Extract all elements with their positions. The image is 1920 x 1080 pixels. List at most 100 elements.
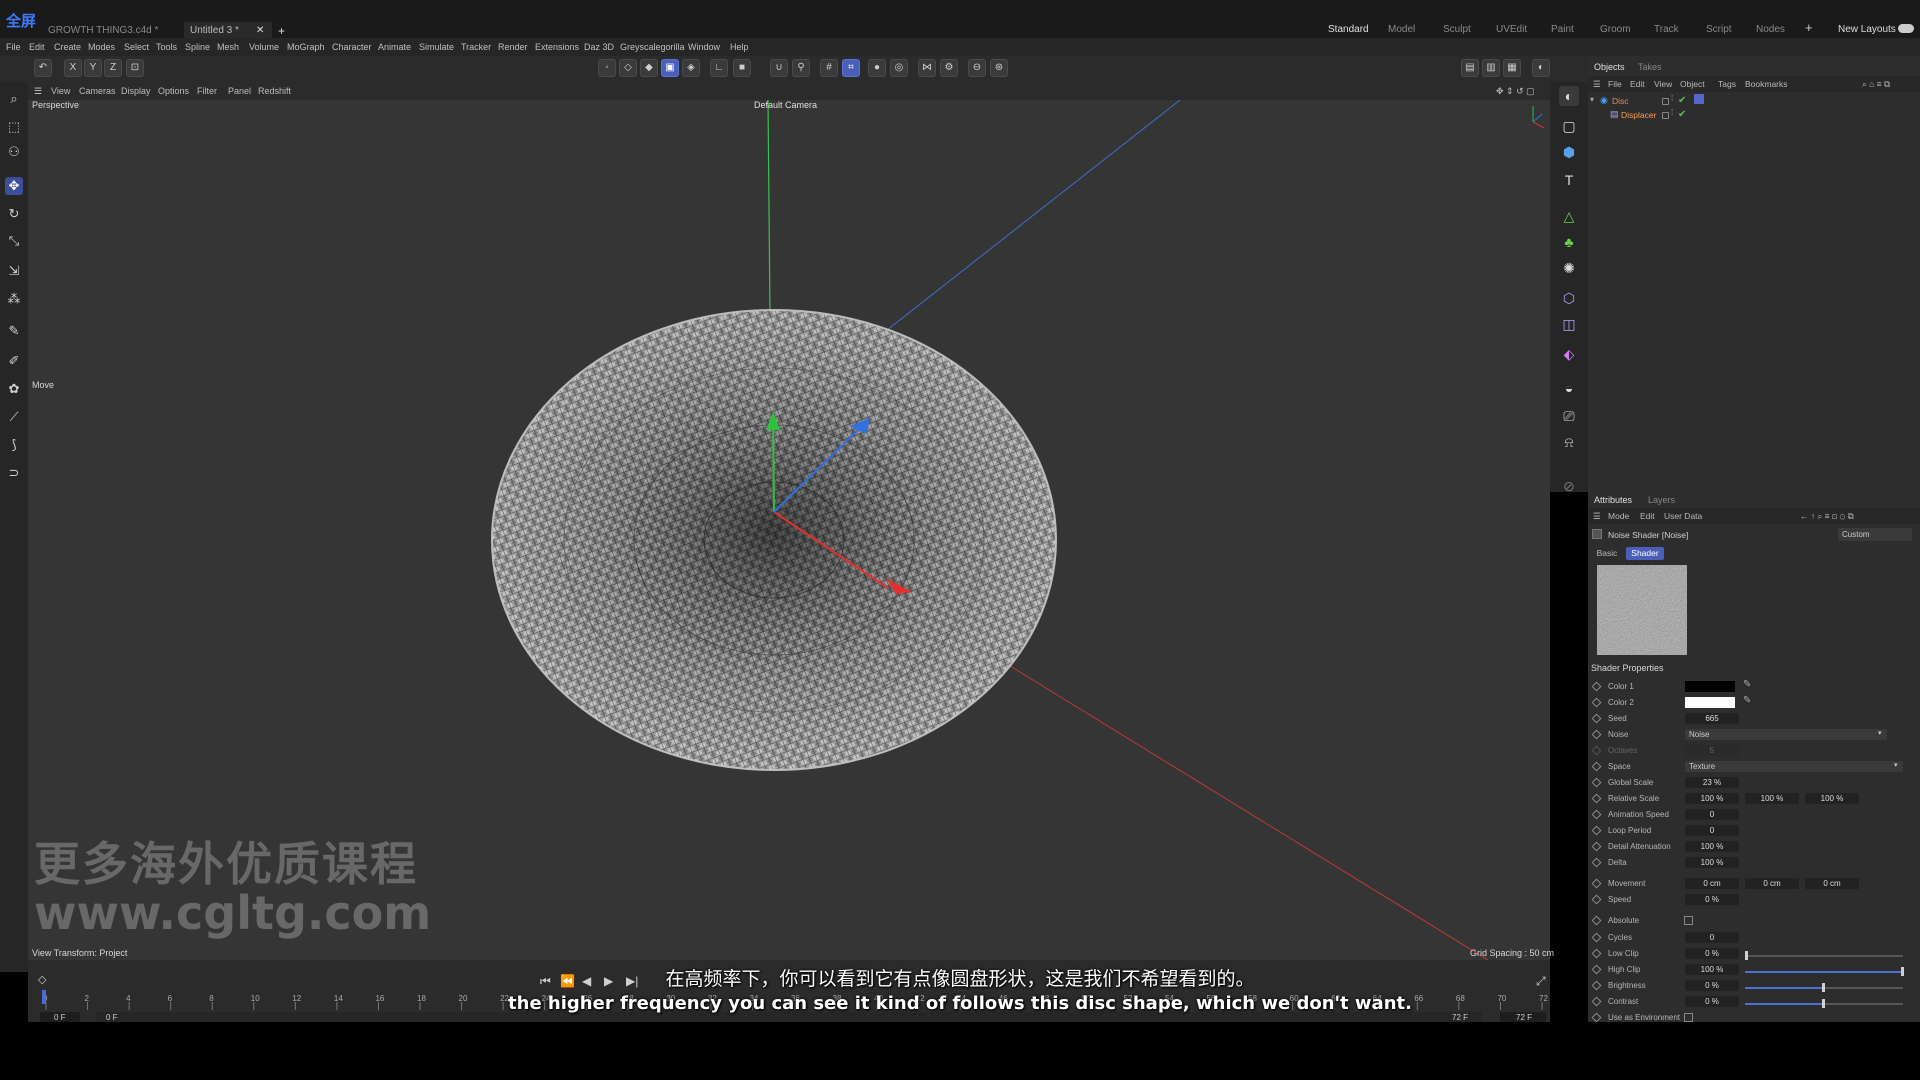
points-mode-icon[interactable]: ◦ — [598, 59, 616, 77]
delta-field[interactable]: 100 % — [1685, 857, 1739, 868]
object-row-disc[interactable] — [1588, 94, 1920, 108]
menu-extensions[interactable]: Extensions — [535, 41, 579, 53]
paint-tool-icon[interactable]: ✿ — [5, 380, 23, 398]
attributes-nav-icons[interactable]: ← ↑ ⌕ ≡ ⊡ ⊙ ⧉ — [1800, 510, 1854, 522]
symmetry-icon[interactable]: ⋈ — [918, 59, 936, 77]
animation-speed-field[interactable]: 0 — [1685, 809, 1739, 820]
relative-scale-y[interactable]: 100 % — [1745, 793, 1799, 804]
menu-daz3d[interactable]: Daz 3D — [584, 41, 614, 53]
objects-menu-edit[interactable]: Edit — [1630, 78, 1645, 90]
edges-mode-icon[interactable]: ◇ — [619, 59, 637, 77]
layout-tab-groom[interactable]: Groom — [1600, 22, 1631, 38]
eyedropper-icon[interactable]: ✎ — [1743, 679, 1751, 690]
low-clip-slider[interactable] — [1745, 951, 1903, 960]
attributes-menu-mode[interactable]: Mode — [1608, 510, 1629, 522]
interactive-render-icon[interactable]: ◐ — [1532, 59, 1550, 77]
objects-menu-tags[interactable]: Tags — [1718, 78, 1736, 90]
color2-swatch[interactable] — [1685, 697, 1735, 708]
render-settings-icon[interactable]: ▦ — [1503, 59, 1521, 77]
add-layout-icon[interactable]: + — [1805, 20, 1813, 35]
axis-z-lock[interactable]: Z — [104, 59, 122, 77]
speed-field[interactable]: 0 % — [1685, 894, 1739, 905]
enabled-check-icon[interactable]: ✔ — [1678, 108, 1686, 122]
menu-mesh[interactable]: Mesh — [217, 41, 239, 53]
layout-tab-script[interactable]: Script — [1706, 22, 1732, 38]
axis-x-lock[interactable]: X — [64, 59, 82, 77]
material-icon[interactable]: ◒ — [1559, 378, 1579, 398]
attributes-menu-user-data[interactable]: User Data — [1664, 510, 1702, 522]
model-mode-icon[interactable]: ▣ — [661, 59, 679, 77]
attributes-menu-edit[interactable]: Edit — [1640, 510, 1655, 522]
menu-spline[interactable]: Spline — [185, 41, 210, 53]
tab-takes[interactable]: Takes — [1638, 60, 1662, 74]
knife-icon[interactable]: ⟆ — [5, 436, 23, 454]
lock-workplane-icon[interactable]: ● — [868, 59, 886, 77]
enable-snap-icon[interactable]: ∪ — [770, 59, 788, 77]
soft-selection-icon[interactable]: ◎ — [890, 59, 908, 77]
cube-icon[interactable]: ⬢ — [1559, 142, 1579, 162]
relative-scale-z[interactable]: 100 % — [1805, 793, 1859, 804]
loop-period-field[interactable]: 0 — [1685, 825, 1739, 836]
python-icon[interactable]: ⊛ — [990, 59, 1008, 77]
objects-menu-object[interactable]: Object — [1680, 78, 1705, 90]
viewport-menu-redshift[interactable]: Redshift — [258, 85, 291, 97]
menu-simulate[interactable]: Simulate — [419, 41, 454, 53]
layout-tab-sculpt[interactable]: Sculpt — [1443, 22, 1471, 38]
viewport-menu-filter[interactable]: Filter — [197, 85, 217, 97]
subtab-shader[interactable]: Shader — [1626, 547, 1664, 560]
enabled-check-icon[interactable]: ✔ — [1678, 94, 1686, 108]
noise-type-select[interactable]: Noise — [1685, 729, 1887, 740]
camera-icon[interactable]: ⎚ — [1559, 406, 1579, 426]
material-tag-icon[interactable] — [1694, 94, 1704, 104]
layout-tab-uvedit[interactable]: UVEdit — [1496, 22, 1527, 38]
layout-tab-model[interactable]: Model — [1388, 22, 1415, 38]
axis-mode-icon[interactable]: ∟ — [710, 59, 728, 77]
visibility-dots[interactable]: ⁞ — [1671, 108, 1673, 117]
objects-menu-file[interactable]: File — [1608, 78, 1622, 90]
field-icon[interactable]: ◫ — [1559, 314, 1579, 334]
chevron-down-icon[interactable]: ▾ — [1878, 729, 1882, 737]
axis-y-lock[interactable]: Y — [84, 59, 102, 77]
color1-swatch[interactable] — [1685, 681, 1735, 692]
chevron-down-icon[interactable]: ▾ — [1894, 761, 1898, 769]
menu-edit[interactable]: Edit — [29, 41, 45, 53]
movement-y[interactable]: 0 cm — [1745, 878, 1799, 889]
use-as-environment-checkbox[interactable] — [1684, 1013, 1693, 1022]
menu-file[interactable]: File — [6, 41, 21, 53]
cycles-field[interactable]: 0 — [1685, 932, 1739, 943]
menu-animate[interactable]: Animate — [378, 41, 411, 53]
cloner-icon[interactable]: ♣ — [1559, 232, 1579, 252]
objects-manager-icon[interactable]: ◐ — [1559, 86, 1579, 106]
viewport-menu-icon[interactable]: ☰ — [34, 85, 42, 97]
object-name-disc[interactable]: Disc — [1612, 94, 1629, 108]
undo-icon[interactable]: ↶ — [34, 59, 52, 77]
menu-tracker[interactable]: Tracker — [461, 41, 491, 53]
viewport-menu-view[interactable]: View — [51, 85, 70, 97]
viewport-menu-panel[interactable]: Panel — [228, 85, 251, 97]
render-view-icon[interactable]: ▤ — [1461, 59, 1479, 77]
viewport-menu-options[interactable]: Options — [158, 85, 189, 97]
polygons-mode-icon[interactable]: ◆ — [640, 59, 658, 77]
menu-window[interactable]: Window — [688, 41, 720, 53]
menu-create[interactable]: Create — [54, 41, 81, 53]
workplane-icon[interactable]: # — [820, 59, 838, 77]
menu-select[interactable]: Select — [124, 41, 149, 53]
effector-icon[interactable]: ✺ — [1559, 258, 1579, 278]
visibility-dots[interactable]: ⁞ — [1671, 94, 1673, 103]
tweak-settings-icon[interactable]: ⚙ — [940, 59, 958, 77]
text-spline-icon[interactable]: T — [1559, 170, 1579, 190]
absolute-checkbox[interactable] — [1684, 916, 1693, 925]
menu-greyscalegorilla[interactable]: Greyscalegorilla — [620, 41, 685, 53]
search-icon[interactable]: ⌕ — [5, 90, 23, 108]
menu-modes[interactable]: Modes — [88, 41, 115, 53]
slider-knob[interactable] — [1745, 951, 1748, 960]
layout-tab-paint[interactable]: Paint — [1551, 22, 1574, 38]
object-name-displacer[interactable]: Displacer — [1621, 108, 1656, 122]
menu-help[interactable]: Help — [730, 41, 749, 53]
objects-menu-view[interactable]: View — [1654, 78, 1672, 90]
magnet-icon[interactable]: ⊃ — [5, 464, 23, 482]
light-icon[interactable]: ⍾ — [1559, 432, 1579, 452]
brush-icon[interactable]: ⟋ — [5, 408, 23, 426]
live-selection-icon[interactable]: ⬚ — [5, 118, 23, 136]
layout-tab-track[interactable]: Track — [1654, 22, 1679, 38]
